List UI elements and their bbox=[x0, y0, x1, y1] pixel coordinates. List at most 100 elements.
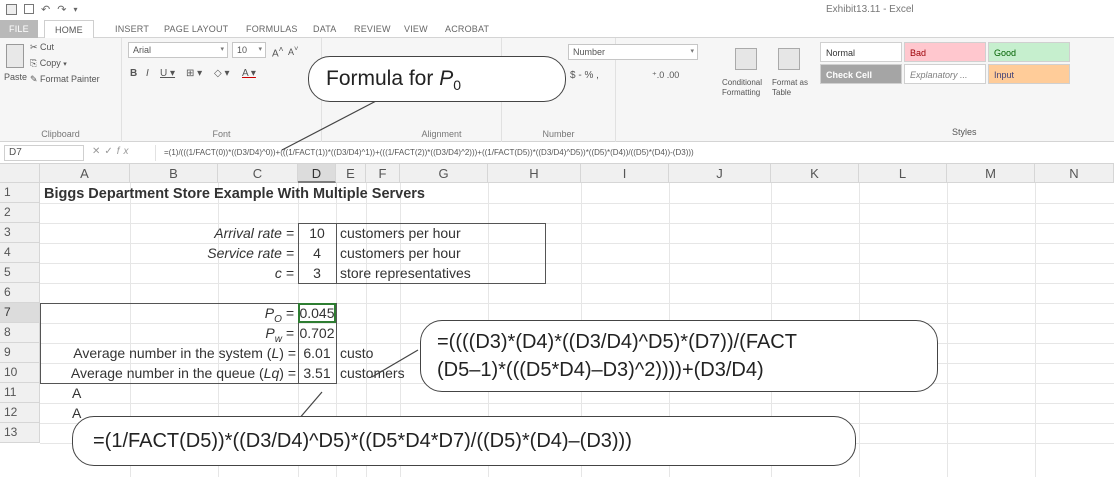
row-header-13[interactable]: 13 bbox=[0, 423, 40, 443]
bold-button[interactable]: B bbox=[130, 68, 137, 79]
row-header-2[interactable]: 2 bbox=[0, 203, 40, 223]
pw-value[interactable]: 0.702 bbox=[298, 323, 336, 343]
style-check-cell[interactable]: Check Cell bbox=[820, 64, 902, 84]
p0-value[interactable]: 0.045 bbox=[298, 303, 336, 323]
italic-button[interactable]: I bbox=[146, 68, 149, 79]
format-painter-button[interactable]: ✎ Format Painter bbox=[30, 74, 100, 85]
save-icon[interactable] bbox=[24, 4, 34, 14]
sheet-title[interactable]: Biggs Department Store Example With Mult… bbox=[44, 184, 425, 204]
pw-label[interactable]: Pw = bbox=[130, 323, 294, 345]
row11-a-cell[interactable]: A bbox=[72, 383, 81, 403]
column-header-h[interactable]: H bbox=[488, 164, 581, 183]
row-header-10[interactable]: 10 bbox=[0, 363, 40, 383]
arrival-rate-unit[interactable]: customers per hour bbox=[340, 223, 461, 243]
p0-formula-callout: Formula for P0 bbox=[308, 56, 566, 102]
tab-data[interactable]: DATA bbox=[313, 20, 336, 38]
conditional-formatting-icon[interactable] bbox=[735, 48, 757, 70]
copy-button[interactable]: ⎘ Copy ▾ bbox=[30, 58, 67, 69]
Lq-label[interactable]: Average number in the queue (Lq) = bbox=[40, 363, 296, 383]
tab-review[interactable]: REVIEW bbox=[354, 20, 391, 38]
paste-button[interactable]: Paste bbox=[4, 72, 27, 82]
tab-view[interactable]: VIEW bbox=[404, 20, 428, 38]
cancel-icon[interactable]: ✕ bbox=[92, 146, 104, 157]
font-color-button[interactable]: A ▾ bbox=[242, 68, 256, 79]
fx-icon[interactable]: fx bbox=[117, 146, 133, 157]
row-header-9[interactable]: 9 bbox=[0, 343, 40, 363]
borders-button[interactable]: ⊞ ▾ bbox=[186, 68, 202, 79]
p0-label[interactable]: PO = bbox=[130, 303, 294, 325]
tab-insert[interactable]: INSERT bbox=[115, 20, 149, 38]
service-rate-unit[interactable]: customers per hour bbox=[340, 243, 461, 263]
font-name-select[interactable]: Arial ▾ bbox=[128, 42, 228, 58]
fill-color-button[interactable]: ◇ ▾ bbox=[214, 68, 230, 79]
column-header-m[interactable]: M bbox=[947, 164, 1035, 183]
column-header-j[interactable]: J bbox=[669, 164, 771, 183]
font-size-select[interactable]: 10 ▾ bbox=[232, 42, 266, 58]
clipboard-group: Paste ✂ Cut ⎘ Copy ▾ ✎ Format Painter Cl… bbox=[0, 38, 122, 142]
column-header-l[interactable]: L bbox=[859, 164, 947, 183]
servers-unit[interactable]: store representatives bbox=[340, 263, 471, 283]
undo-icon[interactable]: ↶ bbox=[41, 3, 50, 17]
L-label[interactable]: Average number in the system (L) = bbox=[40, 343, 296, 363]
column-header-i[interactable]: I bbox=[581, 164, 669, 183]
shrink-font-button[interactable]: A˅ bbox=[288, 44, 298, 57]
enter-icon[interactable]: ✓ bbox=[104, 146, 116, 157]
cut-button[interactable]: ✂ Cut bbox=[30, 42, 54, 53]
service-rate-label[interactable]: Service rate = bbox=[130, 243, 294, 263]
paste-icon[interactable] bbox=[6, 44, 24, 68]
row-header-4[interactable]: 4 bbox=[0, 243, 40, 263]
grow-font-button[interactable]: A˄ bbox=[272, 44, 284, 59]
servers-label[interactable]: c = bbox=[130, 263, 294, 283]
column-header-d[interactable]: D bbox=[298, 164, 336, 183]
column-header-b[interactable]: B bbox=[130, 164, 218, 183]
service-rate-value[interactable]: 4 bbox=[298, 243, 336, 263]
number-format-select[interactable]: Number ▾ bbox=[568, 44, 698, 60]
decimal-buttons[interactable]: ⁺.0 .00 bbox=[652, 70, 679, 81]
number-format-buttons[interactable]: $ - % , bbox=[570, 70, 599, 81]
column-header-n[interactable]: N bbox=[1035, 164, 1114, 183]
format-as-table-icon[interactable] bbox=[778, 48, 800, 70]
column-header-a[interactable]: A bbox=[40, 164, 130, 183]
style-explanatory[interactable]: Explanatory ... bbox=[904, 64, 986, 84]
L-unit[interactable]: custo bbox=[340, 343, 373, 363]
Lq-unit[interactable]: customers bbox=[340, 363, 405, 383]
row-header-12[interactable]: 12 bbox=[0, 403, 40, 423]
style-input[interactable]: Input bbox=[988, 64, 1070, 84]
styles-group-label: Styles bbox=[952, 127, 977, 137]
tab-file[interactable]: FILE bbox=[0, 20, 38, 38]
underline-button[interactable]: U ▾ bbox=[160, 68, 175, 79]
style-normal[interactable]: Normal bbox=[820, 42, 902, 62]
column-header-e[interactable]: E bbox=[336, 164, 366, 183]
tab-page-layout[interactable]: PAGE LAYOUT bbox=[164, 20, 228, 38]
row-header-8[interactable]: 8 bbox=[0, 323, 40, 343]
tab-acrobat[interactable]: ACROBAT bbox=[445, 20, 489, 38]
column-header-c[interactable]: C bbox=[218, 164, 298, 183]
column-header-k[interactable]: K bbox=[771, 164, 859, 183]
column-header-f[interactable]: F bbox=[366, 164, 400, 183]
tab-home[interactable]: HOME bbox=[44, 20, 94, 39]
row-header-6[interactable]: 6 bbox=[0, 283, 40, 303]
row-header-7[interactable]: 7 bbox=[0, 303, 40, 323]
brush-icon: ✎ bbox=[30, 74, 41, 84]
servers-value[interactable]: 3 bbox=[298, 263, 336, 283]
style-good[interactable]: Good bbox=[988, 42, 1070, 62]
customize-qat-icon[interactable]: ▾ bbox=[73, 3, 77, 17]
format-as-table-button[interactable]: Format as Table bbox=[772, 78, 816, 98]
arrival-rate-label[interactable]: Arrival rate = bbox=[130, 223, 294, 243]
row-header-11[interactable]: 11 bbox=[0, 383, 40, 403]
select-all-corner[interactable] bbox=[0, 164, 40, 183]
style-bad[interactable]: Bad bbox=[904, 42, 986, 62]
redo-icon[interactable]: ↷ bbox=[57, 3, 66, 17]
formula-input[interactable]: =(1)/(((1/FACT(0))*((D3/D4)^0))+(((1/FAC… bbox=[155, 145, 1110, 161]
name-box[interactable]: D7 bbox=[4, 145, 84, 161]
column-header-g[interactable]: G bbox=[400, 164, 488, 183]
number-group-label: Number bbox=[542, 129, 575, 139]
row-header-3[interactable]: 3 bbox=[0, 223, 40, 243]
Lq-value[interactable]: 3.51 bbox=[298, 363, 336, 383]
tab-formulas[interactable]: FORMULAS bbox=[246, 20, 298, 38]
row-header-1[interactable]: 1 bbox=[0, 183, 40, 203]
conditional-formatting-button[interactable]: Conditional Formatting bbox=[722, 78, 772, 98]
L-value[interactable]: 6.01 bbox=[298, 343, 336, 363]
row-header-5[interactable]: 5 bbox=[0, 263, 40, 283]
arrival-rate-value[interactable]: 10 bbox=[298, 223, 336, 243]
